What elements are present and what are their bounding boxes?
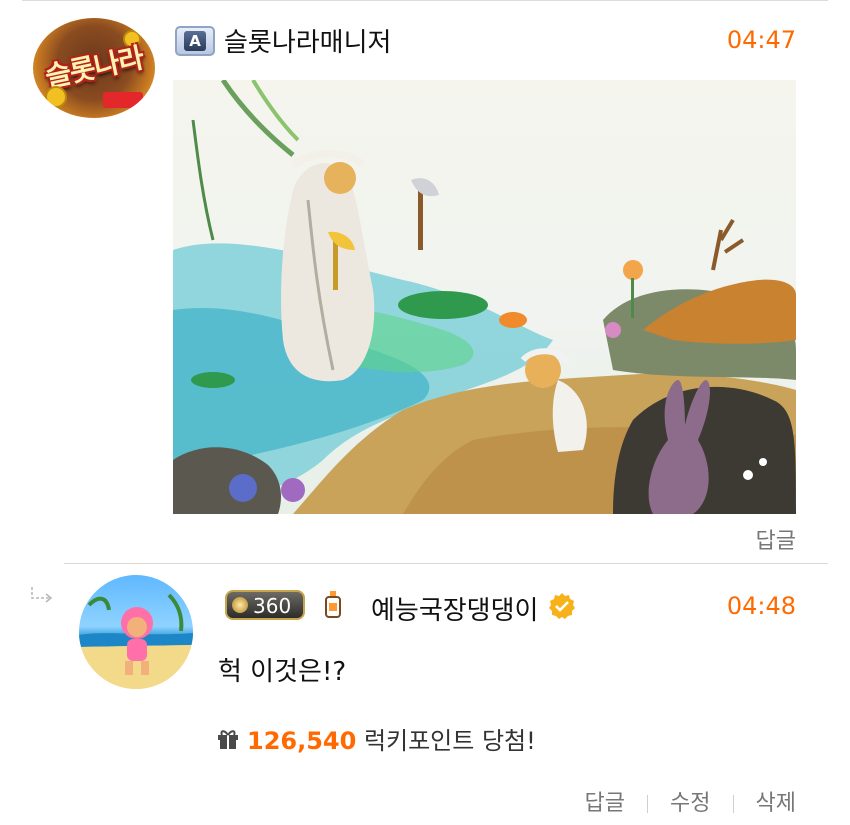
- admin-badge-icon: A: [175, 26, 215, 56]
- edit-button[interactable]: 수정: [670, 791, 710, 816]
- reply-button[interactable]: 답글: [585, 791, 625, 816]
- comment-divider: [64, 563, 828, 564]
- action-separator: [647, 795, 649, 813]
- username[interactable]: 예능국장댕댕이: [371, 590, 538, 627]
- ribbon-icon: [103, 92, 143, 108]
- reply-button[interactable]: 답글: [756, 523, 796, 555]
- coin-icon: [45, 86, 67, 108]
- comment-actions: 답글 수정 삭제: [585, 785, 796, 817]
- level-gem-icon: [232, 597, 248, 613]
- avatar[interactable]: [79, 575, 193, 689]
- delete-button[interactable]: 삭제: [756, 791, 796, 816]
- verified-badge-icon: [548, 592, 576, 620]
- avatar-image: [79, 593, 193, 689]
- avatar[interactable]: 슬롯나라: [33, 18, 155, 118]
- level-badge: 360: [225, 590, 305, 620]
- lucky-point-label: 럭키포인트 당첨!: [356, 727, 536, 755]
- timestamp: 04:48: [726, 592, 796, 620]
- comment-text: 헉 이것은!?: [218, 657, 347, 687]
- timestamp: 04:47: [726, 26, 796, 54]
- jar-icon: [324, 590, 342, 620]
- action-separator: [732, 795, 734, 813]
- username[interactable]: 슬롯나라매니저: [224, 22, 391, 59]
- comment-image[interactable]: [173, 80, 796, 514]
- gift-icon: [216, 726, 240, 750]
- top-divider: [22, 0, 828, 1]
- lucky-point-text: 126,540 럭키포인트 당첨!: [247, 721, 536, 756]
- level-number: 360: [253, 594, 292, 618]
- lucky-point-amount: 126,540: [247, 727, 357, 755]
- illustration-image: [173, 80, 796, 514]
- reply-arrow-icon: [29, 585, 55, 609]
- admin-badge-label: A: [184, 31, 206, 51]
